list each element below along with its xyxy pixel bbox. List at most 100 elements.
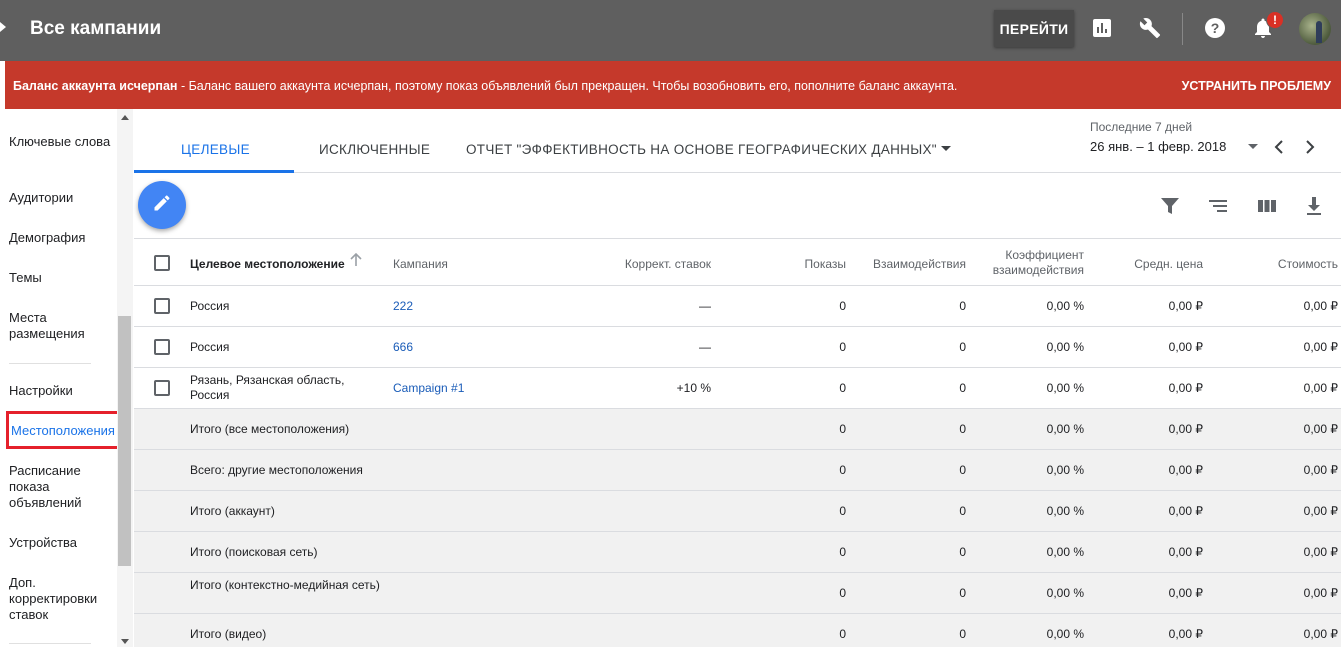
impressions-cell: 0 [839,586,846,600]
column-header-interactions[interactable]: Взаимодействия [846,257,966,272]
bid-adjustment-cell[interactable]: +10 % [571,381,711,396]
tab-excluded[interactable]: ИСКЛЮЧЕННЫЕ [319,142,430,157]
total-row: Итого (все местоположения) 0 0 0,00 % 0,… [134,409,1341,450]
avatar[interactable] [1299,13,1331,45]
date-dropdown-icon[interactable] [1248,144,1258,149]
go-button[interactable]: ПЕРЕЙТИ [994,10,1074,47]
interaction-rate-cell: 0,00 % [1046,299,1084,313]
impressions-cell: 0 [839,463,846,477]
cost-cell: 0,00 ₽ [1303,381,1338,395]
interactions-cell: 0 [959,545,966,559]
column-header-interaction-rate[interactable]: Коэффициент взаимодействия [964,248,1084,278]
impressions-cell: 0 [839,504,846,518]
sidebar-item-keywords[interactable]: Ключевые слова [9,134,114,150]
impressions-cell: 0 [839,340,846,354]
date-range-selector[interactable]: 26 янв. – 1 февр. 2018 [1090,139,1226,154]
avg-cost-cell: 0,00 ₽ [1168,381,1203,395]
chevron-down-icon[interactable] [941,146,951,151]
column-header-avg-cost[interactable]: Средн. цена [1083,257,1203,272]
location-cell: Рязань, Рязанская область, Россия [190,373,345,402]
interaction-rate-cell: 0,00 % [1046,504,1084,518]
avg-cost-cell: 0,00 ₽ [1168,504,1203,518]
total-row: Всего: другие местоположения 0 0 0,00 % … [134,450,1341,491]
interactions-cell: 0 [959,627,966,641]
wrench-icon[interactable] [1138,16,1162,40]
total-label: Итого (все местоположения) [190,422,350,436]
campaign-link[interactable]: 222 [393,299,413,314]
interaction-rate-cell: 0,00 % [1046,381,1084,395]
avg-cost-cell: 0,00 ₽ [1168,299,1203,313]
sidebar-item-bid-adjustments[interactable]: Доп. корректировки ставок [9,575,114,623]
interactions-cell: 0 [959,586,966,600]
sort-ascending-icon[interactable] [350,252,362,271]
download-icon[interactable] [1303,195,1325,217]
edit-button[interactable] [138,181,186,229]
impressions-cell: 0 [839,422,846,436]
scroll-down-icon[interactable] [121,639,129,644]
help-icon[interactable]: ? [1203,16,1227,40]
column-header-impressions[interactable]: Показы [746,257,846,272]
sidebar-item-placements[interactable]: Места размещения [9,310,114,342]
interactions-cell: 0 [959,381,966,395]
cost-cell: 0,00 ₽ [1303,586,1338,600]
cost-cell: 0,00 ₽ [1303,463,1338,477]
sidebar-item-ad-schedule[interactable]: Расписание показа объявлений [9,463,114,511]
avg-cost-cell: 0,00 ₽ [1168,545,1203,559]
total-row: Итого (видео) 0 0 0,00 % 0,00 ₽ 0,00 ₽ [134,614,1341,647]
cost-cell: 0,00 ₽ [1303,545,1338,559]
sidebar-item-topics[interactable]: Темы [9,270,114,286]
avg-cost-cell: 0,00 ₽ [1168,586,1203,600]
interactions-cell: 0 [959,463,966,477]
tab-bar: ЦЕЛЕВЫЕ ИСКЛЮЧЕННЫЕ ОТЧЕТ "ЭФФЕКТИВНОСТЬ… [134,109,1341,173]
campaign-link[interactable]: 666 [393,340,413,355]
prev-period-icon[interactable] [1271,137,1287,157]
row-checkbox[interactable] [154,298,170,314]
bid-adjustment-cell[interactable]: — [571,340,711,355]
tab-targeted[interactable]: ЦЕЛЕВЫЕ [181,142,250,157]
total-row: Итого (поисковая сеть) 0 0 0,00 % 0,00 ₽… [134,532,1341,573]
interaction-rate-cell: 0,00 % [1046,586,1084,600]
sidebar-item-demographics[interactable]: Демография [9,230,114,246]
menu-arrow-icon[interactable] [0,22,6,32]
pencil-icon [152,193,172,218]
interaction-rate-cell: 0,00 % [1046,627,1084,641]
cost-cell: 0,00 ₽ [1303,340,1338,354]
total-label: Итого (поисковая сеть) [190,545,318,559]
table-row[interactable]: Россия 222 — 0 0 0,00 % 0,00 ₽ 0,00 ₽ [134,286,1341,327]
location-cell: Россия [190,340,230,354]
avg-cost-cell: 0,00 ₽ [1168,627,1203,641]
sidebar-item-audiences[interactable]: Аудитории [9,190,114,206]
campaign-link[interactable]: Campaign #1 [393,381,464,396]
row-checkbox[interactable] [154,380,170,396]
column-header-location[interactable]: Целевое местоположение [190,257,345,272]
notification-badge: ! [1266,11,1284,29]
total-label: Всего: другие местоположения [190,463,363,477]
bar-chart-icon[interactable] [1090,16,1114,40]
sidebar-item-settings[interactable]: Настройки [9,383,114,399]
next-period-icon[interactable] [1302,137,1318,157]
columns-icon[interactable] [1256,195,1278,217]
total-label: Итого (аккаунт) [190,504,275,518]
select-all-checkbox[interactable] [154,255,170,271]
column-header-campaign[interactable]: Кампания [393,257,448,272]
alert-message: Баланс аккаунта исчерпан - Баланс вашего… [13,79,958,93]
total-label: Итого (контекстно-медийная сеть) [190,578,380,592]
segment-icon[interactable] [1207,195,1229,217]
column-header-cost[interactable]: Стоимость [1218,257,1338,272]
total-label: Итого (видео) [190,627,267,641]
fix-problem-button[interactable]: УСТРАНИТЬ ПРОБЛЕМУ [1182,79,1331,93]
svg-text:?: ? [1211,20,1220,36]
sidebar-scrollbar-thumb[interactable] [118,316,131,566]
filter-icon[interactable] [1159,195,1181,217]
sidebar-item-devices[interactable]: Устройства [9,535,114,551]
table-row[interactable]: Россия 666 — 0 0 0,00 % 0,00 ₽ 0,00 ₽ [134,327,1341,368]
row-checkbox[interactable] [154,339,170,355]
scroll-up-icon[interactable] [121,115,129,120]
interactions-cell: 0 [959,504,966,518]
bid-adjustment-cell[interactable]: — [571,299,711,314]
total-row: Итого (контекстно-медийная сеть) 0 0 0,0… [134,573,1341,614]
column-header-bid-adjustment[interactable]: Коррект. ставок [571,257,711,272]
table-row[interactable]: Рязань, Рязанская область, Россия Campai… [134,368,1341,409]
tab-geo-report[interactable]: ОТЧЕТ "ЭФФЕКТИВНОСТЬ НА ОСНОВЕ ГЕОГРАФИЧ… [466,142,937,157]
sidebar-divider [9,643,91,644]
